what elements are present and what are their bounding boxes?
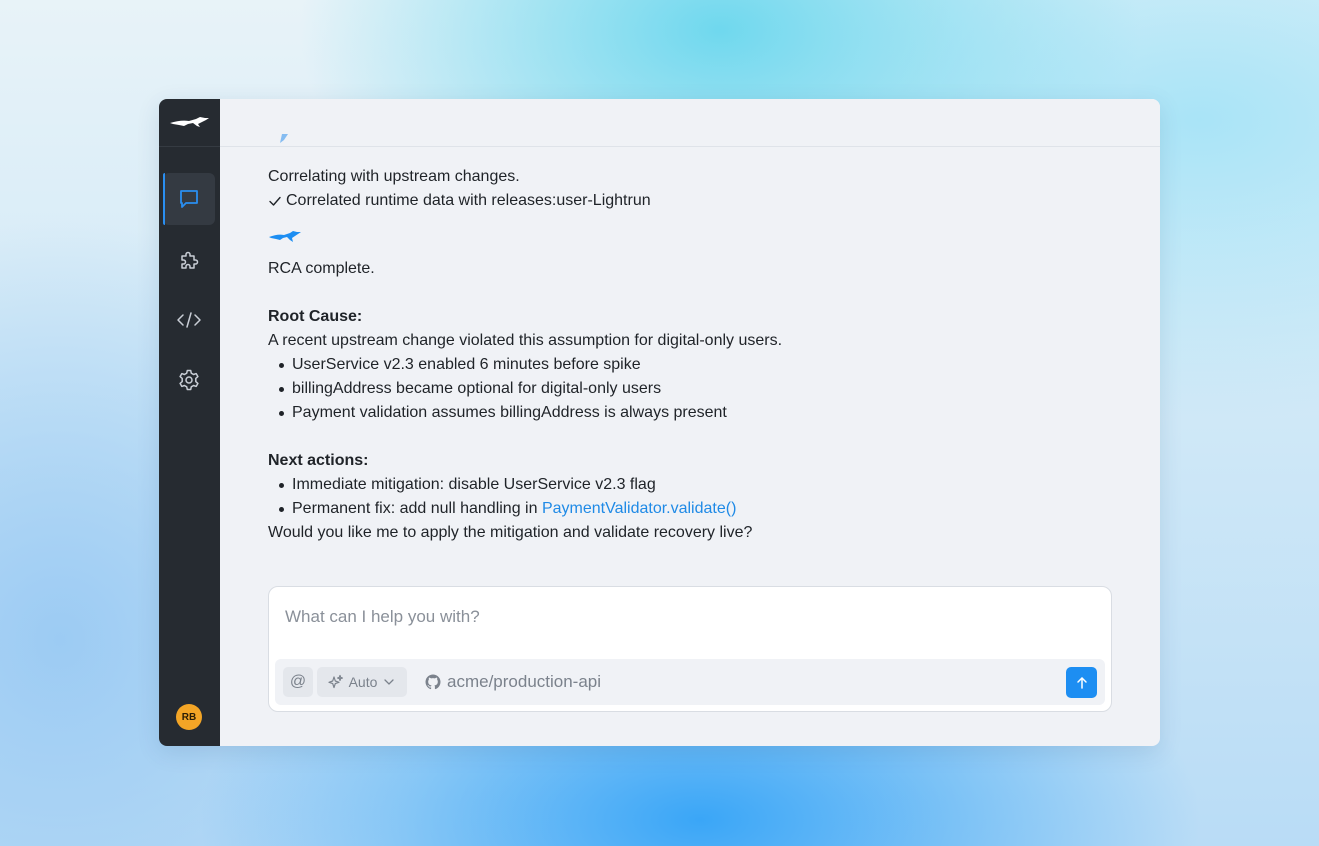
sidebar-item-chat[interactable] bbox=[163, 173, 215, 225]
check-icon bbox=[269, 196, 281, 206]
sidebar-item-extensions[interactable] bbox=[163, 234, 215, 286]
list-item: Payment validation assumes billingAddres… bbox=[276, 401, 1112, 425]
puzzle-icon bbox=[181, 251, 199, 269]
logo[interactable] bbox=[159, 99, 220, 147]
cheetah-logo-icon bbox=[280, 134, 288, 143]
root-cause-summary: A recent upstream change violated this a… bbox=[268, 332, 783, 349]
model-select[interactable]: Auto bbox=[317, 667, 407, 697]
conversation: Correlating with upstream changes. Corre… bbox=[268, 165, 1112, 545]
composer: @ Auto acme/production-api bbox=[268, 586, 1112, 712]
correlated-status: Correlated runtime data with releases:us… bbox=[268, 189, 1112, 213]
chevron-down-icon bbox=[384, 679, 395, 685]
chat-bubble-icon bbox=[180, 190, 198, 208]
list-item: Permanent fix: add null handling in Paym… bbox=[276, 497, 1112, 521]
list-item: billingAddress became optional for digit… bbox=[276, 377, 1112, 401]
root-cause-heading: Root Cause: bbox=[268, 308, 363, 325]
follow-up-question: Would you like me to apply the mitigatio… bbox=[268, 524, 753, 541]
root-cause-list: UserService v2.3 enabled 6 minutes befor… bbox=[268, 353, 1112, 425]
sparkle-icon bbox=[327, 674, 343, 689]
cheetah-logo-icon bbox=[269, 231, 301, 242]
code-link[interactable]: PaymentValidator.validate() bbox=[542, 500, 736, 517]
model-label: Auto bbox=[348, 674, 378, 690]
prompt-input[interactable] bbox=[285, 601, 1095, 633]
sidebar: RB bbox=[159, 99, 220, 746]
next-action-text: Permanent fix: add null handling in bbox=[292, 500, 542, 517]
gear-icon bbox=[179, 369, 199, 391]
github-icon bbox=[425, 674, 441, 690]
next-actions-list: Immediate mitigation: disable UserServic… bbox=[268, 473, 1112, 521]
rca-complete-text: RCA complete. bbox=[268, 260, 375, 277]
mention-button[interactable]: @ bbox=[283, 667, 313, 697]
next-actions-heading: Next actions: bbox=[268, 452, 369, 469]
list-item: UserService v2.3 enabled 6 minutes befor… bbox=[276, 353, 1112, 377]
faded-logo bbox=[268, 133, 298, 149]
repo-selector[interactable]: acme/production-api bbox=[425, 667, 601, 697]
top-bar bbox=[220, 99, 1160, 147]
send-button[interactable] bbox=[1066, 667, 1097, 698]
code-icon bbox=[177, 312, 201, 328]
at-icon: @ bbox=[289, 673, 307, 690]
correlating-text: Correlating with upstream changes. bbox=[268, 168, 520, 185]
repo-label: acme/production-api bbox=[447, 672, 602, 691]
avatar[interactable]: RB bbox=[176, 704, 202, 730]
cheetah-logo-icon bbox=[169, 116, 209, 127]
main-panel: Correlating with upstream changes. Corre… bbox=[220, 99, 1160, 746]
assistant-logo bbox=[268, 225, 1112, 249]
list-item: Immediate mitigation: disable UserServic… bbox=[276, 473, 1112, 497]
sidebar-item-code[interactable] bbox=[163, 294, 215, 346]
composer-toolbar: @ Auto acme/production-api bbox=[275, 659, 1105, 705]
arrow-up-icon bbox=[1076, 676, 1087, 689]
app-window: RB Correlating with upstream changes. Co… bbox=[159, 99, 1160, 746]
correlated-text: Correlated runtime data with releases:us… bbox=[286, 192, 651, 209]
sidebar-item-settings[interactable] bbox=[163, 354, 215, 406]
